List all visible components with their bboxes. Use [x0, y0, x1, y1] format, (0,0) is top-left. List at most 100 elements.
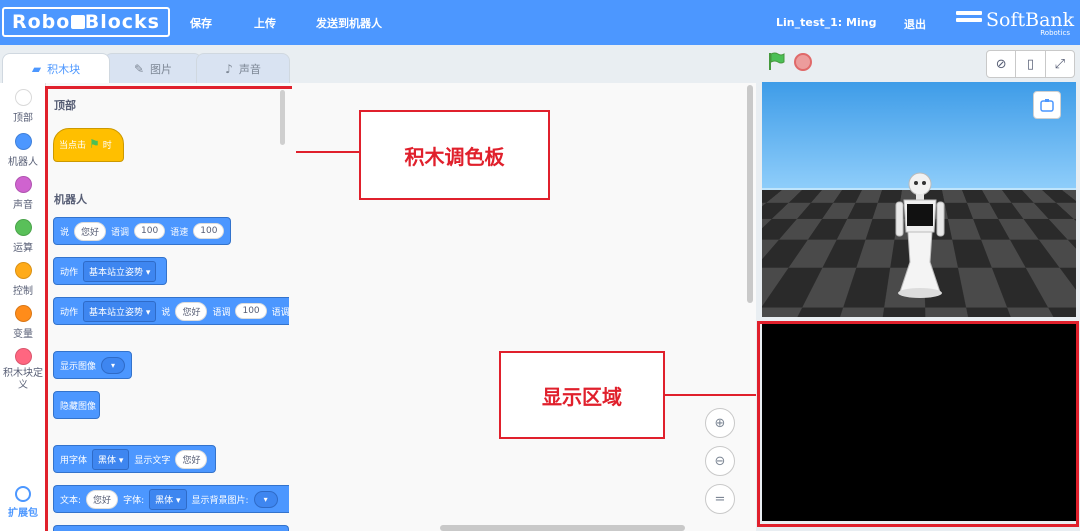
- block-text: 语调: [111, 227, 130, 238]
- tab-sounds[interactable]: ♪ 声音: [196, 53, 290, 83]
- block-text: 说: [60, 227, 70, 238]
- speed-input[interactable]: 100: [193, 223, 225, 239]
- block-text: 动作: [60, 267, 79, 278]
- workspace-horizontal-scrollbar[interactable]: [440, 525, 685, 531]
- image-dropdown[interactable]: ▾: [101, 356, 126, 374]
- background-dropdown[interactable]: ▾: [253, 490, 278, 508]
- block-text: 显示背景图片:: [191, 495, 249, 506]
- flag-cloth: [770, 52, 785, 64]
- say-text-input[interactable]: 您好: [175, 301, 208, 321]
- workspace-vertical-scrollbar[interactable]: [747, 85, 753, 303]
- softbank-name: SoftBank: [986, 9, 1075, 31]
- tab-blocks[interactable]: ▰ 积木块: [2, 53, 110, 83]
- block-text: 用字体: [60, 455, 88, 466]
- zoom-out-icon: ⊖: [714, 453, 726, 469]
- next-block-partial[interactable]: [53, 525, 289, 531]
- category-label: 顶部: [13, 113, 33, 124]
- block-text: 语调: [212, 307, 231, 318]
- pitch-input[interactable]: 100: [235, 303, 267, 319]
- font-text-block[interactable]: 用字体 黑体 ▾ 显示文字 您好: [53, 445, 216, 473]
- snapshot-button[interactable]: [1033, 91, 1061, 119]
- category-sound[interactable]: 声音: [0, 176, 46, 211]
- pepper-robot: [895, 172, 945, 298]
- motion-say-block[interactable]: 动作 基本站立姿势 ▾ 说 您好 语调 100 语调: [53, 297, 290, 325]
- category-color-icon: [14, 348, 32, 365]
- blocks-icon: ▰: [31, 61, 42, 76]
- palette-callout: 积木调色板: [359, 110, 550, 200]
- category-control[interactable]: 控制: [0, 262, 46, 297]
- hide-stage-button[interactable]: ⊘: [987, 51, 1017, 77]
- logo-block-icon: [70, 15, 85, 29]
- font-dropdown[interactable]: 黑体 ▾: [149, 488, 187, 510]
- menu-upload[interactable]: 上传: [254, 15, 276, 31]
- say-block[interactable]: 说 您好 语调 100 语速 100: [53, 217, 231, 245]
- menu-send-to-robot[interactable]: 发送到机器人: [316, 15, 382, 31]
- category-color-icon: [14, 219, 32, 236]
- small-stage-icon: ▯: [1026, 56, 1035, 72]
- extensions-button[interactable]: 扩展包: [0, 486, 46, 519]
- category-color-icon: [14, 133, 32, 150]
- extensions-label: 扩展包: [8, 508, 38, 519]
- softbank-sub: Robotics: [1040, 29, 1070, 37]
- block-text: 显示文字: [134, 455, 171, 466]
- text-input[interactable]: 您好: [175, 449, 208, 469]
- zoom-in-icon: ⊕: [714, 415, 726, 431]
- small-stage-button[interactable]: ▯: [1016, 51, 1046, 77]
- zoom-out-button[interactable]: ⊖: [705, 446, 735, 476]
- speaker-icon: ♪: [225, 61, 233, 76]
- block-text: 说: [161, 307, 171, 318]
- dropdown-value: 基本站立姿势: [89, 267, 144, 278]
- tab-label: 图片: [150, 62, 173, 76]
- category-label: 运算: [13, 243, 33, 254]
- tab-label: 积木块: [47, 62, 81, 76]
- say-text-input[interactable]: 您好: [74, 221, 107, 241]
- category-label: 积木块定义: [3, 368, 43, 391]
- block-text: 字体:: [123, 495, 145, 506]
- when-flag-clicked-block[interactable]: 当点击 ⚑ 时: [53, 128, 124, 162]
- block-text: 隐藏图像: [60, 401, 97, 412]
- text-background-block[interactable]: 文本: 您好 字体: 黑体 ▾ 显示背景图片: ▾: [53, 485, 289, 513]
- show-image-block[interactable]: 显示图像 ▾: [53, 351, 132, 379]
- category-top[interactable]: 顶部: [0, 89, 46, 124]
- user-account[interactable]: Lin_test_1: Ming: [776, 16, 876, 29]
- zoom-reset-button[interactable]: =: [705, 484, 735, 514]
- dropdown-value: 黑体: [98, 455, 117, 466]
- robo-blocks-logo[interactable]: Robo Blocks: [2, 7, 170, 37]
- pose-dropdown[interactable]: 基本站立姿势 ▾: [83, 260, 157, 282]
- eye-off-icon: ⊘: [995, 56, 1007, 72]
- palette-section-robot: 机器人: [54, 193, 87, 206]
- category-my-blocks[interactable]: 积木块定义: [0, 348, 46, 392]
- palette-scrollbar[interactable]: [280, 90, 285, 145]
- fullscreen-button[interactable]: ⤢: [1046, 51, 1074, 77]
- block-text: 文本:: [60, 495, 82, 506]
- category-label: 机器人: [8, 157, 38, 168]
- pitch-input[interactable]: 100: [134, 223, 166, 239]
- softbank-logo: SoftBank Robotics: [956, 9, 1074, 37]
- logout-button[interactable]: 退出: [904, 16, 926, 32]
- top-menu-bar: Robo Blocks 保存 上传 发送到机器人 Lin_test_1: Min…: [0, 0, 1080, 45]
- font-dropdown[interactable]: 黑体 ▾: [92, 448, 130, 470]
- category-label: 变量: [13, 329, 33, 340]
- zoom-in-button[interactable]: ⊕: [705, 408, 735, 438]
- category-variables[interactable]: 变量: [0, 305, 46, 340]
- logo-text-right: Blocks: [84, 11, 160, 33]
- category-robot[interactable]: 机器人: [0, 133, 46, 168]
- palette-section-top: 顶部: [54, 99, 76, 112]
- dropdown-value: 基本站立姿势: [89, 307, 144, 318]
- pose-dropdown[interactable]: 基本站立姿势 ▾: [83, 300, 157, 322]
- text-input[interactable]: 您好: [86, 489, 119, 509]
- hide-image-block[interactable]: 隐藏图像: [53, 391, 100, 419]
- green-flag-button[interactable]: [766, 51, 786, 71]
- category-label: 声音: [13, 200, 33, 211]
- tab-costumes[interactable]: ✎ 图片: [104, 53, 202, 83]
- motion-block[interactable]: 动作 基本站立姿势 ▾: [53, 257, 167, 285]
- menu-save[interactable]: 保存: [190, 15, 212, 31]
- category-operators[interactable]: 运算: [0, 219, 46, 254]
- block-text: 时: [102, 141, 112, 151]
- stop-button[interactable]: [794, 53, 812, 71]
- logo-text-left: Robo: [12, 11, 71, 33]
- category-color-icon: [14, 89, 32, 106]
- dropdown-value: 黑体: [155, 495, 174, 506]
- block-text: 语调: [271, 307, 290, 318]
- brush-icon: ✎: [133, 61, 145, 76]
